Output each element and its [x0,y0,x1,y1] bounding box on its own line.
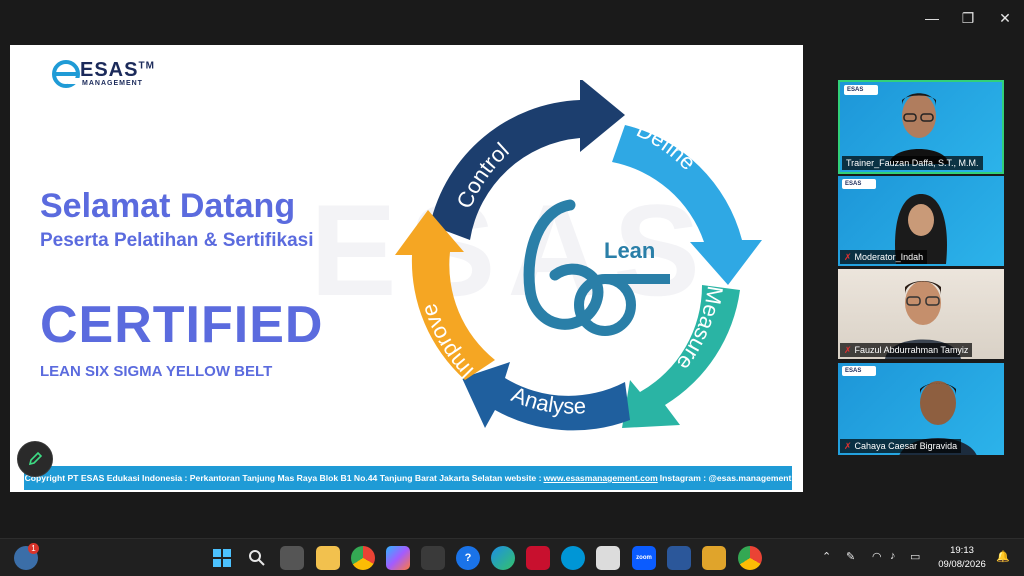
esas-logo-icon [52,60,80,88]
annotate-pen-button[interactable] [17,441,53,477]
store-icon[interactable] [421,546,445,570]
notification-bell-icon[interactable]: 🔔 [996,550,1010,563]
esas-logo: ESASTM MANAGEMENT [52,57,182,91]
tile-logo: ESAS [842,366,876,376]
footer-website-link[interactable]: www.esasmanagement.com [543,473,657,483]
copilot-icon[interactable] [386,546,410,570]
shared-slide: ESAS ESASTM MANAGEMENT Selamat Datang Pe… [10,45,803,492]
minimize-icon[interactable]: — [920,8,944,28]
mic-muted-icon: ✗ [844,441,852,451]
participant-name-tag: ✗ Moderator_Indah [840,250,928,264]
search-icon[interactable] [245,546,269,570]
tile-logo: ESAS [842,179,876,189]
clock[interactable]: 19:13 09/08/2026 [932,544,992,572]
windows-taskbar: 1 ? zoom ⌃ ✎ ◠ ♪ ▭ 19:13 09/08/2026 🔔 [0,538,1024,576]
pen-icon [28,451,43,466]
logo-text: ESAS [80,59,139,81]
battery-icon[interactable]: ▭ [910,550,920,563]
edge-icon[interactable] [491,546,515,570]
chevron-up-icon[interactable]: ⌃ [822,550,831,563]
chrome-icon[interactable] [351,546,375,570]
participant-tile[interactable]: ESAS ✗ Moderator_Indah [838,176,1004,266]
clock-time: 19:13 [950,545,974,556]
word-icon[interactable] [667,546,691,570]
app-icon[interactable] [596,546,620,570]
footer-instagram: Instagram : @esas.management [659,473,792,483]
windows-start-icon[interactable] [210,546,234,570]
mic-muted-icon: ✗ [844,345,852,355]
task-view-icon[interactable] [280,546,304,570]
mic-muted-icon: ✗ [844,252,852,262]
volume-icon[interactable]: ♪ [890,550,896,562]
notification-badge: 1 [28,543,39,554]
restore-icon[interactable]: ❐ [956,8,980,28]
participant-tile[interactable]: ✗ Fauzul Abdurrahman Tamyiz [838,269,1004,359]
participant-name-tag: ✗ Cahaya Caesar Bigravida [840,439,962,453]
pen-tray-icon[interactable]: ✎ [846,550,855,563]
lean-label: Lean [604,238,655,263]
participant-name-tag: ✗ Fauzul Abdurrahman Tamyiz [840,343,973,357]
wifi-icon[interactable]: ◠ [872,550,882,563]
segment-control [430,80,625,240]
mcafee-icon[interactable] [526,546,550,570]
clock-date: 09/08/2026 [938,559,986,570]
welcome-subtitle: Peserta Pelatihan & Sertifikasi [40,230,314,251]
chrome-profile-icon[interactable] [738,546,762,570]
close-icon[interactable]: ✕ [993,8,1017,28]
logo-trademark: TM [138,60,155,72]
help-icon[interactable]: ? [456,546,480,570]
file-explorer-icon[interactable] [316,546,340,570]
belt-label: LEAN SIX SIGMA YELLOW BELT [40,363,273,380]
dmaic-cycle-diagram: Control Define Measure Analyse Improve L… [395,80,762,431]
certified-heading: CERTIFIED [40,296,324,354]
footer-text: Copyright PT ESAS Edukasi Indonesia : Pe… [24,473,542,483]
welcome-title: Selamat Datang [40,187,296,225]
hp-icon[interactable] [561,546,585,570]
participant-video [889,93,949,164]
participant-tile[interactable]: ESAS ✗ Cahaya Caesar Bigravida [838,363,1004,455]
participant-tile[interactable]: ESAS Trainer_Fauzan Daffa, S.T., M.M. [838,80,1004,174]
slide-footer: Copyright PT ESAS Edukasi Indonesia : Pe… [24,466,792,490]
tile-logo: ESAS [844,85,878,95]
logo-subtitle: MANAGEMENT [82,80,143,87]
six-sigma-icon [523,199,670,336]
zoom-meeting-window: — ❐ ✕ ESAS ESASTM MANAGEMENT Selamat Dat… [0,0,1024,576]
media-player-icon[interactable] [702,546,726,570]
participant-name-tag: Trainer_Fauzan Daffa, S.T., M.M. [842,156,983,170]
zoom-icon[interactable]: zoom [632,546,656,570]
